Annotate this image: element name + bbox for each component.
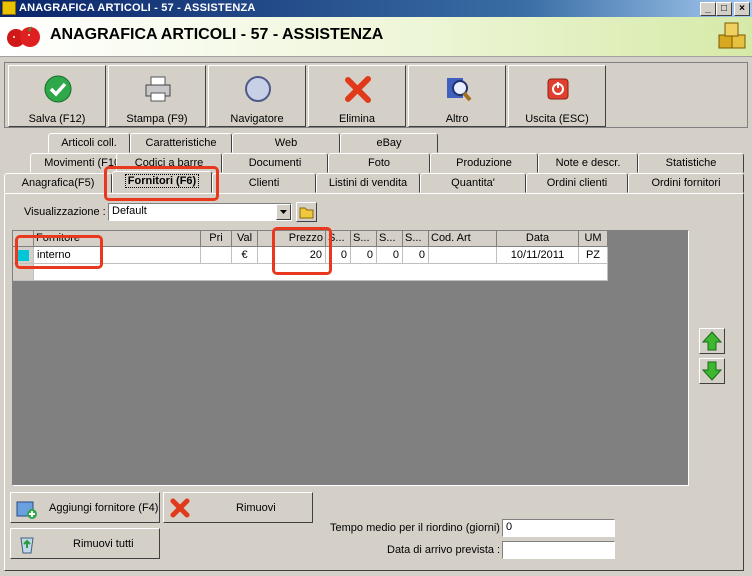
new-row-indicator[interactable] [13,264,34,281]
column-header[interactable]: Cod. Art [429,231,497,247]
print-label: Stampa (F9) [126,113,188,125]
view-label: Visualizzazione : [24,206,106,218]
exit-label: Uscita (ESC) [525,113,589,125]
column-header[interactable]: Val [232,231,258,247]
grid-corner [13,231,34,247]
tab-caratteristiche[interactable]: Caratteristiche [130,133,232,153]
print-button[interactable]: Stampa (F9) [108,65,206,127]
tab-web[interactable]: Web [232,133,340,153]
delete-x-icon [170,498,190,518]
power-icon [547,78,569,100]
add-icon [16,501,37,519]
tab-clienti[interactable]: Clienti [212,173,316,193]
cell-data[interactable]: 10/11/2011 [497,247,579,264]
cell-cod-art[interactable] [429,247,497,264]
magnifier-icon [447,78,472,102]
save-button[interactable]: Salva (F12) [8,65,106,127]
tab-quantita[interactable]: Quantita' [420,173,526,193]
arrow-down-icon [701,361,723,381]
tab-anagrafica[interactable]: Anagrafica(F5) [4,173,112,193]
check-icon [44,75,72,103]
toolbar: Salva (F12) Stampa (F9) Navigatore Elimi… [4,62,748,128]
remove-all-label: Rimuovi tutti [73,538,134,550]
column-header[interactable]: UM [579,231,608,247]
remove-label: Rimuovi [236,502,276,514]
arrival-date-label: Data di arrivo prevista : [387,544,501,556]
tab-note-e-descr[interactable]: Note e descr. [538,153,638,173]
tab-fornitori[interactable]: Fornitori (F6) [112,171,212,193]
strawberry-logo-icon [7,26,40,47]
boxes-icon [718,22,746,49]
move-up-button[interactable] [699,328,725,354]
cell-sconto3[interactable]: 0 [377,247,403,264]
view-select-value: Default [112,205,147,217]
cell-um[interactable]: PZ [579,247,608,264]
navigator-button[interactable]: Navigatore [208,65,306,127]
tab-documenti[interactable]: Documenti [222,153,328,173]
tab-ordini-clienti[interactable]: Ordini clienti [526,173,628,193]
cell-sconto4[interactable]: 0 [403,247,429,264]
tab-statistiche[interactable]: Statistiche [638,153,744,173]
column-header[interactable]: S... [351,231,377,247]
folder-icon [299,207,314,219]
arrow-up-icon [701,331,723,351]
tab-foto[interactable]: Foto [328,153,430,173]
row-color-swatch [17,250,29,261]
maximize-button[interactable]: □ [716,2,732,16]
add-supplier-button[interactable]: Aggiungi fornitore (F4) [10,492,160,523]
arrival-date-input[interactable] [502,541,615,559]
suppliers-grid[interactable]: Fornitore Pri Val Prezzo S... S... S... … [12,230,689,486]
folder-button[interactable] [296,202,317,222]
new-row[interactable] [34,264,608,281]
delete-label: Elimina [338,113,376,125]
window-title: ANAGRAFICA ARTICOLI - 57 - ASSISTENZA [19,2,256,14]
column-header[interactable]: Fornitore [34,231,201,247]
tab-ordini-fornitori[interactable]: Ordini fornitori [628,173,744,193]
tab-listini-di-vendita[interactable]: Listini di vendita [316,173,420,193]
save-label: Salva (F12) [28,113,86,125]
tab-codici-a-barre[interactable]: Codici a barre [116,153,222,173]
column-header[interactable]: Data [497,231,579,247]
column-header[interactable]: S... [326,231,351,247]
cell-sconto2[interactable]: 0 [351,247,377,264]
row-indicator[interactable] [13,247,34,264]
reorder-time-label: Tempo medio per il riordino (giorni) : [330,522,507,534]
chevron-down-icon[interactable] [276,204,291,220]
header-band: ANAGRAFICA ARTICOLI - 57 - ASSISTENZA [0,17,752,57]
tab-produzione[interactable]: Produzione [430,153,538,173]
minimize-button[interactable]: _ [700,2,716,16]
column-header[interactable]: S... [377,231,403,247]
page-title: ANAGRAFICA ARTICOLI - 57 - ASSISTENZA [50,26,384,43]
move-down-button[interactable] [699,358,725,384]
compass-icon [245,76,271,102]
cell-pri[interactable] [201,247,232,264]
column-header[interactable]: Pri [201,231,232,247]
cell-prezzo[interactable]: 20 [258,247,326,264]
close-button[interactable]: × [734,2,750,16]
column-header[interactable]: Prezzo [258,231,326,247]
tab-articoli-coll[interactable]: Articoli coll. [48,133,130,153]
remove-button[interactable]: Rimuovi [163,492,313,523]
navigator-label: Navigatore [230,113,284,125]
column-header[interactable]: S... [403,231,429,247]
app-icon [2,1,16,15]
reorder-time-input[interactable]: 0 [502,519,615,537]
cell-sconto1[interactable]: 0 [326,247,351,264]
delete-button[interactable]: Elimina [308,65,406,127]
recycle-bin-icon [20,537,34,554]
add-supplier-label: Aggiungi fornitore (F4) [49,502,159,514]
exit-button[interactable]: Uscita (ESC) [508,65,606,127]
delete-x-icon [345,76,371,103]
window-title-bar[interactable]: ANAGRAFICA ARTICOLI - 57 - ASSISTENZA _ … [0,0,752,17]
more-button[interactable]: Altro [408,65,506,127]
remove-all-button[interactable]: Rimuovi tutti [10,528,160,559]
cell-fornitore[interactable]: interno [34,247,201,264]
printer-icon [145,76,171,102]
cell-val[interactable]: € [232,247,258,264]
tab-ebay[interactable]: eBay [340,133,438,153]
more-label: Altro [445,113,469,125]
view-select[interactable]: Default [108,203,292,221]
